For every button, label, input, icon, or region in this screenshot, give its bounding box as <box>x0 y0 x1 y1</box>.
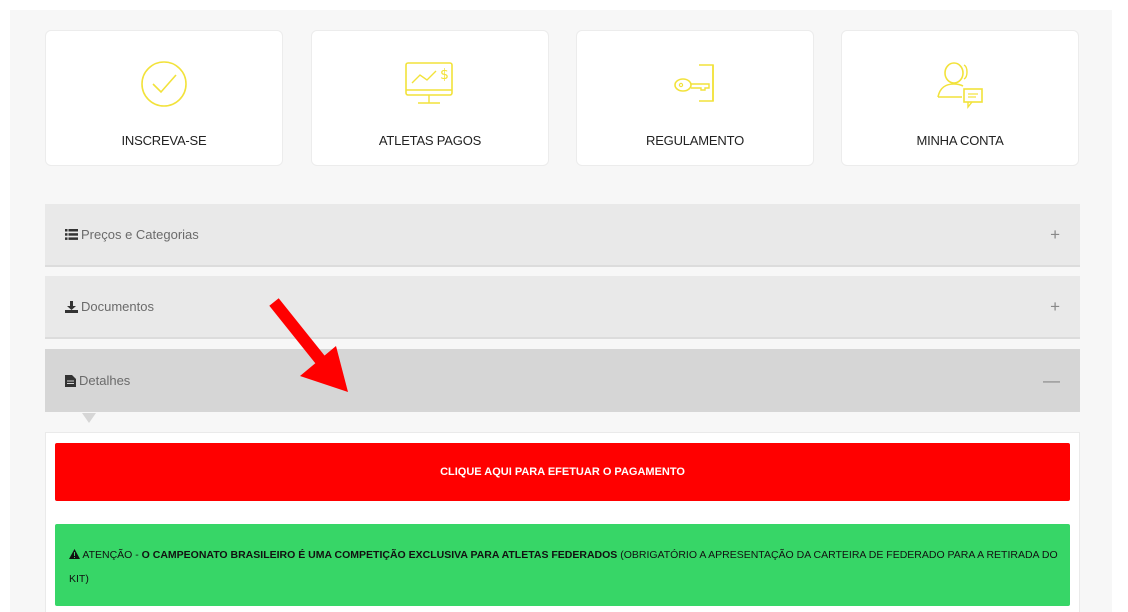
accordion-title: Documentos <box>65 299 154 314</box>
list-icon <box>65 229 78 240</box>
warning-icon <box>69 549 80 559</box>
user-chat-icon <box>934 59 986 109</box>
accordion-detalhes[interactable]: Detalhes — <box>45 349 1080 412</box>
card-label: INSCREVA-SE <box>121 133 207 148</box>
accordion-title-text: Documentos <box>81 299 154 314</box>
download-icon <box>65 300 78 313</box>
card-regulamento[interactable]: REGULAMENTO <box>576 30 814 166</box>
quick-links: INSCREVA-SE $ ATLETAS PAGOS REGULAMENTO … <box>45 30 1080 166</box>
svg-text:$: $ <box>440 67 449 83</box>
card-label: MINHA CONTA <box>916 133 1004 148</box>
accordion-precos-categorias[interactable]: Preços e Categorias + <box>45 204 1080 267</box>
monitor-money-icon: $ <box>404 59 456 109</box>
notice-alert: ATENÇÃO - O CAMPEONATO BRASILEIRO É UMA … <box>55 524 1070 606</box>
pay-button[interactable]: CLIQUE AQUI PARA EFETUAR O PAGAMENTO <box>55 443 1070 501</box>
accordion-title: Preços e Categorias <box>65 227 199 242</box>
collapse-icon[interactable]: — <box>1043 371 1060 391</box>
card-inscreva-se[interactable]: INSCREVA-SE <box>45 30 283 166</box>
notice-prefix: ATENÇÃO - <box>82 549 142 561</box>
accordion-documentos[interactable]: Documentos + <box>45 276 1080 339</box>
expand-icon[interactable]: + <box>1050 297 1060 317</box>
notice-bold: O CAMPEONATO BRASILEIRO É UMA COMPETIÇÃO… <box>141 549 618 561</box>
card-atletas-pagos[interactable]: $ ATLETAS PAGOS <box>311 30 549 166</box>
file-icon <box>65 374 76 387</box>
accordion-pointer <box>82 413 96 423</box>
accordion-title: Detalhes <box>65 373 130 388</box>
accordion-title-text: Detalhes <box>79 373 131 388</box>
card-minha-conta[interactable]: MINHA CONTA <box>841 30 1079 166</box>
red-arrow-annotation <box>269 298 348 392</box>
card-label: REGULAMENTO <box>646 133 744 148</box>
expand-icon[interactable]: + <box>1050 225 1060 245</box>
key-door-icon <box>669 59 721 109</box>
accordion-title-text: Preços e Categorias <box>81 227 199 242</box>
card-label: ATLETAS PAGOS <box>378 133 482 148</box>
check-circle-icon <box>139 59 189 109</box>
